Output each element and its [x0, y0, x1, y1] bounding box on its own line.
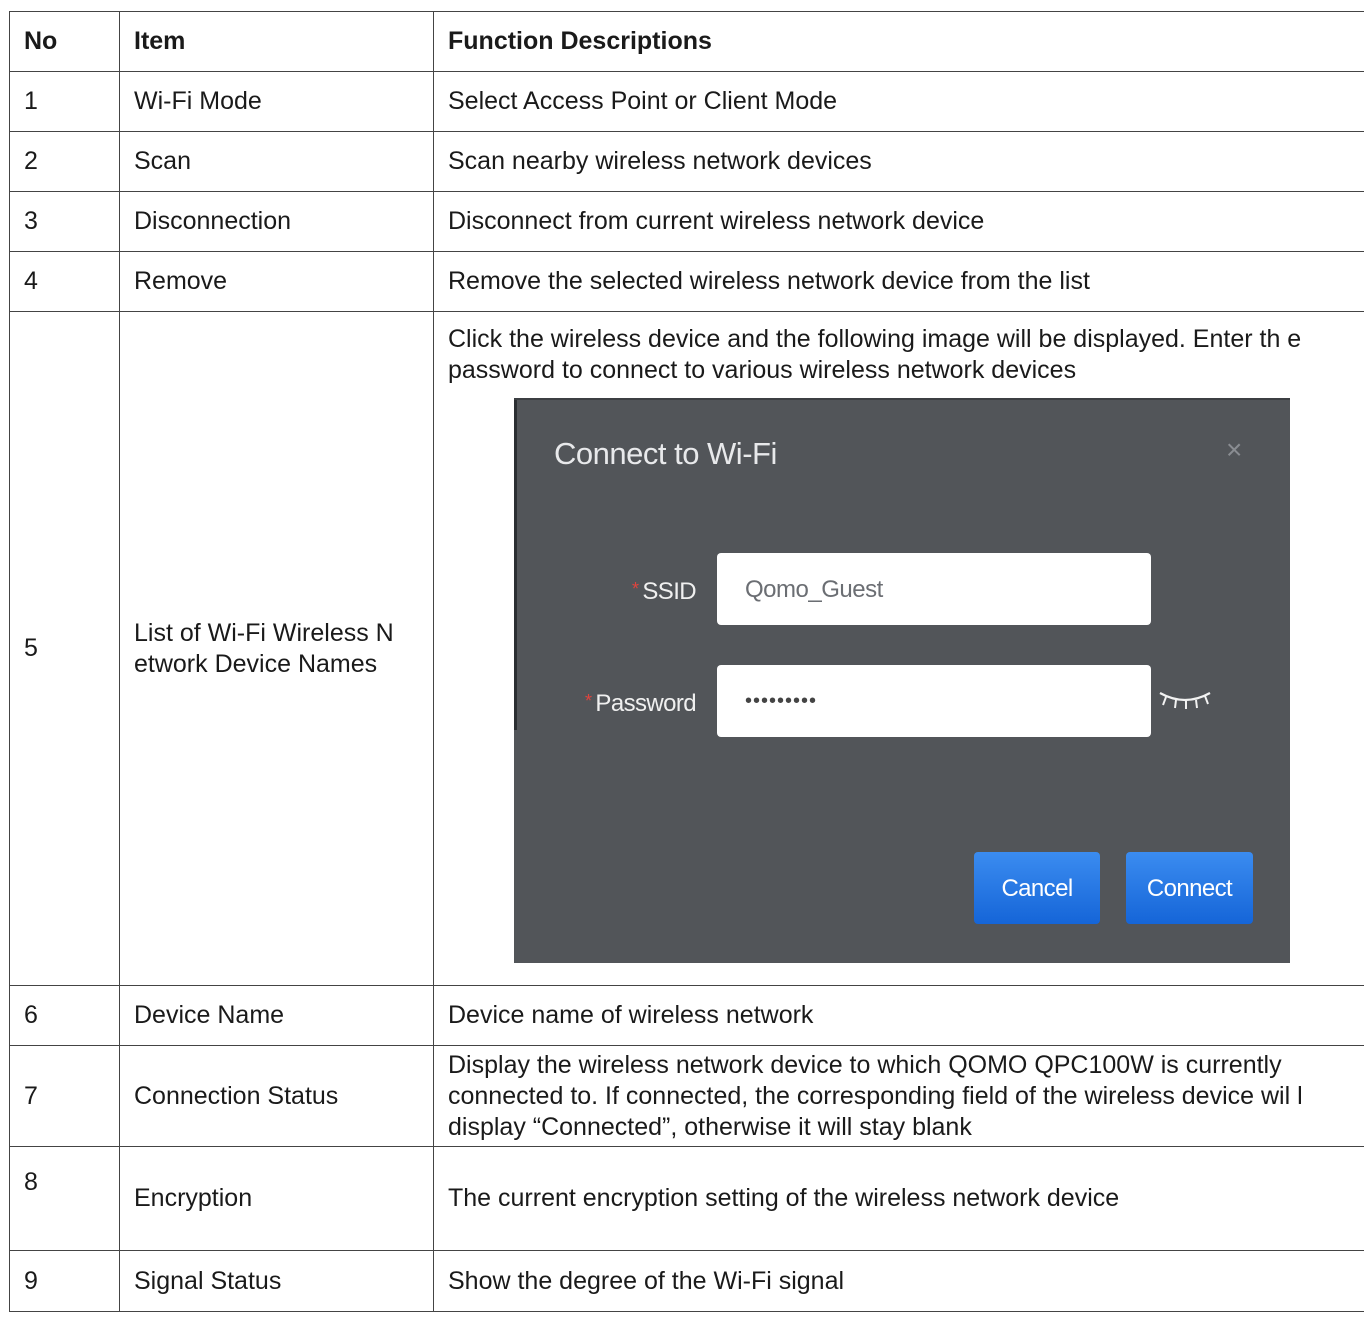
- row-item: Device Name: [119, 985, 434, 1046]
- table-row: 1 Wi-Fi Mode Select Access Point or Clie…: [9, 71, 1364, 132]
- table-row: 4 Remove Remove the selected wireless ne…: [9, 251, 1364, 312]
- table-header-row: No Item Function Descriptions: [9, 11, 1364, 72]
- row-no: 5: [9, 311, 120, 986]
- row-description: Remove the selected wireless network dev…: [433, 251, 1364, 312]
- row-item: List of Wi-Fi Wireless N etwork Device N…: [119, 311, 434, 986]
- row-item: Disconnection: [119, 191, 434, 252]
- table-row: 7 Connection Status Display the wireless…: [9, 1045, 1364, 1147]
- row-item: Signal Status: [119, 1250, 434, 1312]
- row-no: 6: [9, 985, 120, 1046]
- table-row: 3 Disconnection Disconnect from current …: [9, 191, 1364, 252]
- row-description: Device name of wireless network: [433, 985, 1364, 1046]
- row-item: Scan: [119, 131, 434, 192]
- row-description: The current encryption setting of the wi…: [433, 1146, 1364, 1251]
- table-row: 8 Encryption The current encryption sett…: [9, 1146, 1364, 1251]
- dialog-edge: [514, 400, 517, 730]
- ssid-label: * SSID: [516, 574, 697, 607]
- dialog-title: Connect to Wi-Fi: [554, 436, 777, 471]
- table-row: 6 Device Name Device name of wireless ne…: [9, 985, 1364, 1046]
- row-no: 8: [9, 1146, 120, 1251]
- header-description: Function Descriptions: [433, 11, 1364, 72]
- row-description: Disconnect from current wireless network…: [433, 191, 1364, 252]
- row-no: 3: [9, 191, 120, 252]
- required-marker: *: [631, 579, 639, 599]
- close-icon[interactable]: ×: [1226, 436, 1242, 464]
- row-item: Wi-Fi Mode: [119, 71, 434, 132]
- row-description: Select Access Point or Client Mode: [433, 71, 1364, 132]
- connect-wifi-dialog: Connect to Wi-Fi × * SSID Qomo_Guest * Pas…: [514, 398, 1290, 963]
- row-no: 7: [9, 1045, 120, 1147]
- eye-closed-icon[interactable]: [1156, 685, 1214, 715]
- row-description-with-image: Click the wireless device and the follow…: [433, 311, 1364, 986]
- connect-button[interactable]: Connect: [1126, 852, 1253, 924]
- row-no: 9: [9, 1250, 120, 1312]
- row-no: 2: [9, 131, 120, 192]
- row-description: Display the wireless network device to w…: [433, 1045, 1364, 1147]
- header-item: Item: [119, 11, 434, 72]
- header-no: No: [9, 11, 120, 72]
- required-marker: *: [585, 691, 592, 711]
- row-no: 1: [9, 71, 120, 132]
- row-item: Connection Status: [119, 1045, 434, 1147]
- row-item: Remove: [119, 251, 434, 312]
- ssid-input[interactable]: Qomo_Guest: [717, 553, 1151, 625]
- ssid-label-text: SSID: [642, 578, 696, 605]
- table-row: 2 Scan Scan nearby wireless network devi…: [9, 131, 1364, 192]
- row-description: Scan nearby wireless network devices: [433, 131, 1364, 192]
- password-input[interactable]: •••••••••: [717, 665, 1151, 737]
- row-no: 4: [9, 251, 120, 312]
- cancel-button[interactable]: Cancel: [974, 852, 1100, 924]
- ssid-value: Qomo_Guest: [745, 575, 883, 603]
- function-table: No Item Function Descriptions 1 Wi-Fi Mo…: [9, 11, 1364, 1312]
- password-label: * Password: [516, 686, 697, 719]
- row-description: Show the degree of the Wi-Fi signal: [433, 1250, 1364, 1312]
- table-row: 9 Signal Status Show the degree of the W…: [9, 1250, 1364, 1312]
- table-row: 5 List of Wi-Fi Wireless N etwork Device…: [9, 311, 1364, 986]
- password-value: •••••••••: [745, 689, 818, 712]
- password-label-text: Password: [595, 690, 696, 717]
- row-description: Click the wireless device and the follow…: [448, 325, 1302, 384]
- row-item: Encryption: [119, 1146, 434, 1251]
